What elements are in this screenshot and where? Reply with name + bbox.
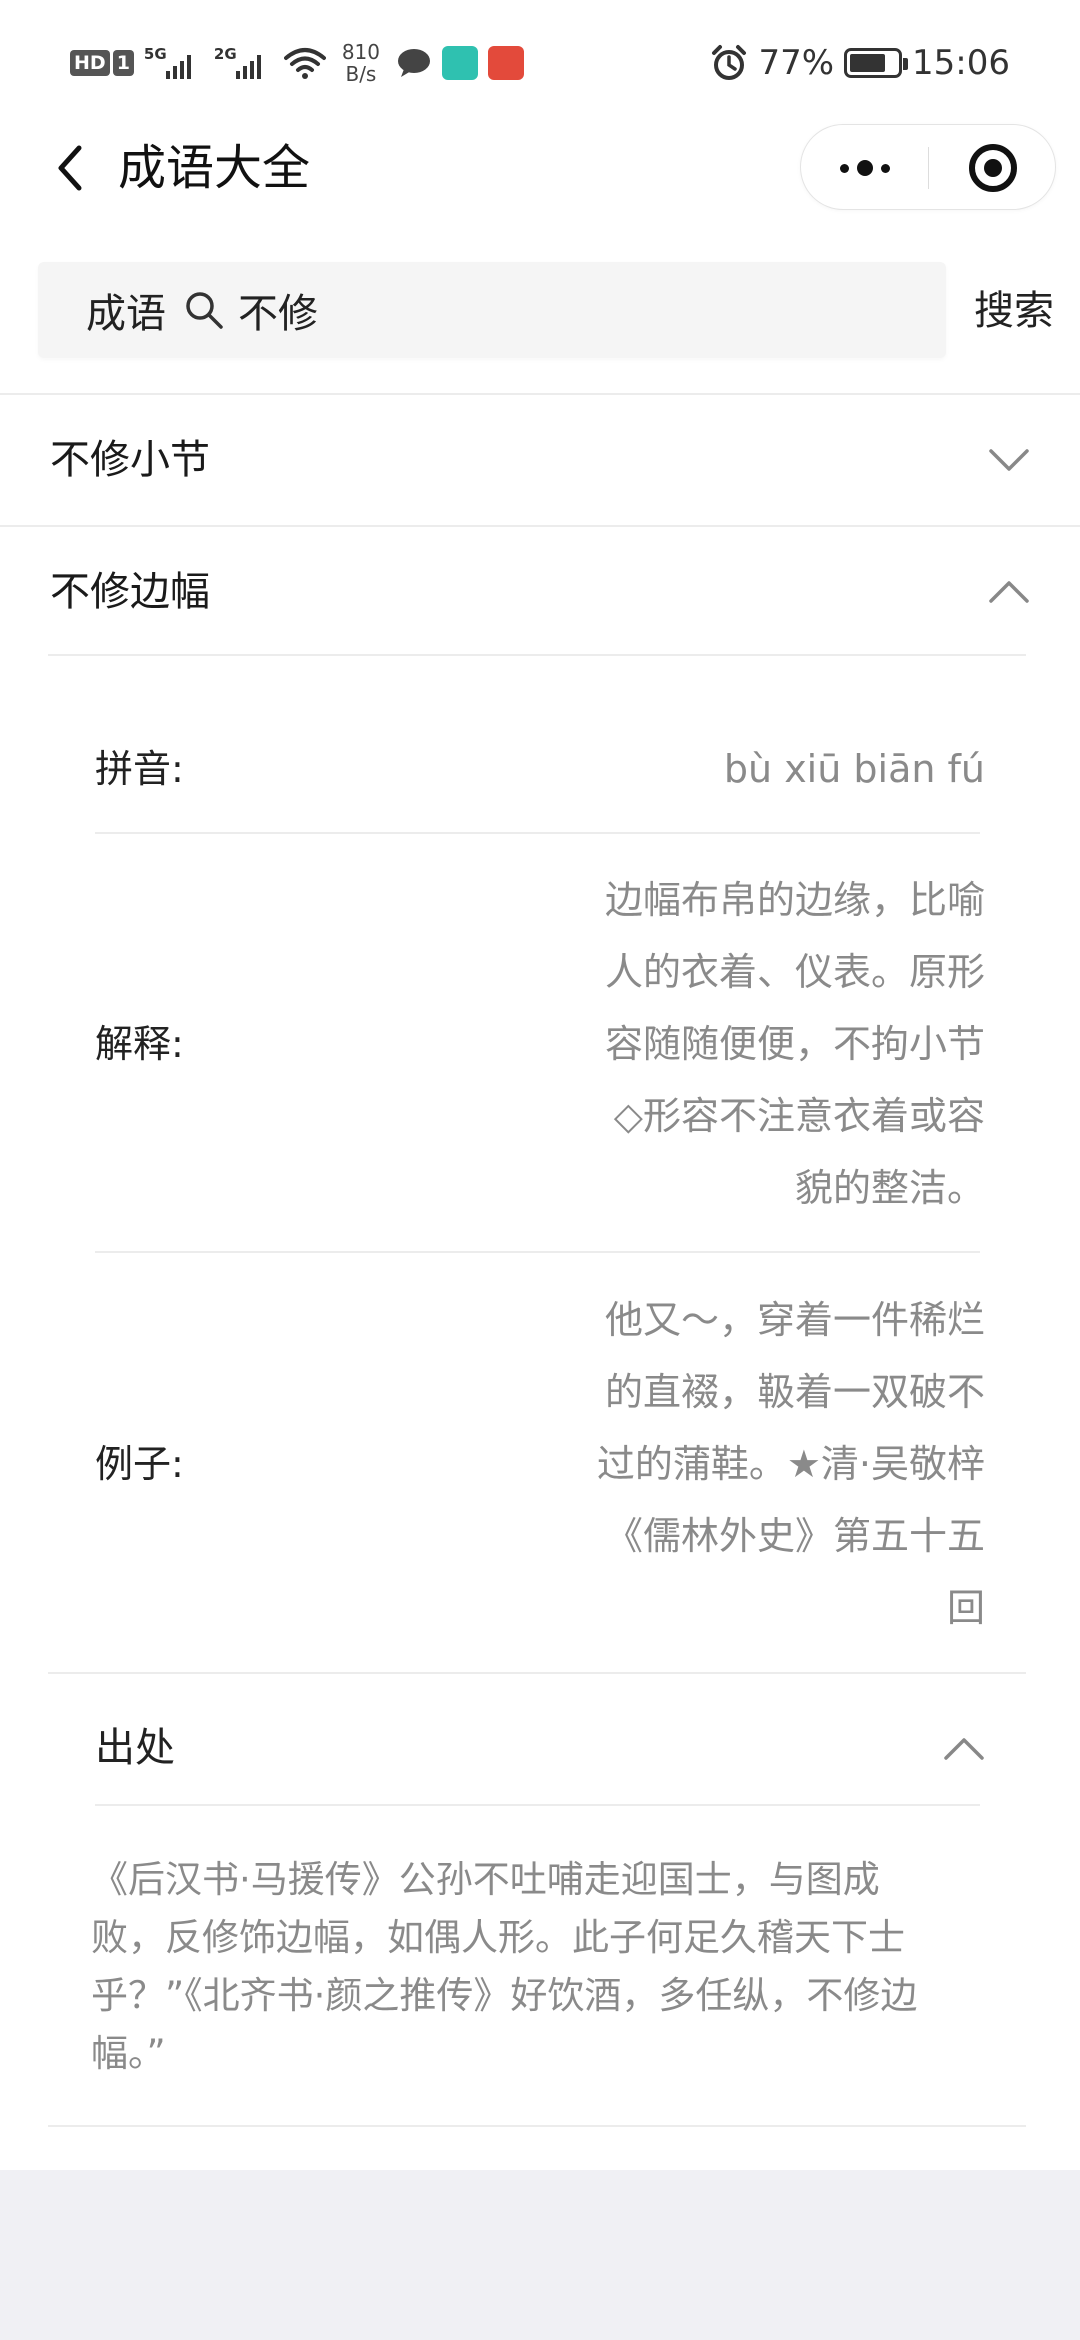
source-line: 《后汉书·马援传》公孙不吐哺走迎国士，与图成 [91,1858,880,1901]
result-item[interactable]: 不修边幅 [0,527,1080,657]
pinyin-row: 拼音: bù xiū biān fú [95,733,985,805]
search-button[interactable]: 搜索 [974,280,1054,342]
hd-label: HD [70,50,110,76]
chevron-up-icon [944,1738,984,1760]
close-mini-program-button[interactable] [929,125,1057,211]
example-label: 例子: [95,1442,184,1486]
divider [48,2125,1026,2127]
more-dot-icon [857,160,873,176]
divider [95,1251,980,1253]
target-close-icon [969,144,1017,192]
meaning-line: 貌的整洁。 [794,1166,985,1210]
status-bar-left: HD 1 5G 2G 810 B/s [70,36,524,90]
nav-bar: 成语大全 [0,120,1080,216]
result-title: 不修小节 [50,437,210,483]
hd-indicator: HD 1 [70,50,134,76]
pinyin-value: bù xiū biān fú [723,747,985,791]
search-input[interactable] [238,287,838,333]
result-item[interactable]: 不修小节 [0,395,1080,525]
speed-value: 810 [341,40,381,64]
result-title: 不修边幅 [50,569,210,615]
network-speed: 810 B/s [336,41,386,85]
meaning-line: 容随随便便，不拘小节 [604,1022,985,1066]
pinyin-label: 拼音: [95,747,184,791]
battery-icon [844,48,909,78]
search-category[interactable]: 成语 [86,281,166,339]
search-row: 成语 搜索 [0,258,1080,364]
more-dot-icon [840,163,849,173]
divider [95,832,980,834]
chevron-down-icon [989,449,1029,471]
boss-app-icon [441,46,478,80]
mini-program-capsule [800,124,1056,210]
divider [48,654,1026,656]
example-line: 他又～，穿着一件稀烂 [604,1298,985,1342]
wifi-icon [283,48,326,79]
source-text: 《后汉书·马援传》公孙不吐哺走迎国士，与图成 败，反修饰边幅，如偶人形。此子何足… [91,1851,991,2083]
page-title: 成语大全 [118,140,311,196]
signal-2g-icon: 2G [214,43,274,83]
search-box[interactable]: 成语 [38,262,946,358]
page-bottom-background [0,2170,1080,2340]
meaning-row: 解释: 边幅布帛的边缘，比喻 人的衣着、仪表。原形 容随随便便，不拘小节 ◇形容… [95,864,985,1224]
alarm-icon [712,45,747,80]
source-line: 败，反修饰边幅，如偶人形。此子何足久稽天下士 [91,1916,905,1959]
example-row: 例子: 他又～，穿着一件稀烂 的直裰，靸着一双破不 过的蒲鞋。★清·吴敬梓 《儒… [95,1284,985,1644]
example-line: 过的蒲鞋。★清·吴敬梓 [596,1442,985,1486]
example-line: 回 [946,1586,985,1630]
divider [95,1804,980,1806]
source-section-header[interactable]: 出处 [95,1700,985,1800]
meaning-value: 边幅布帛的边缘，比喻 人的衣着、仪表。原形 容随随便便，不拘小节 ◇形容不注意衣… [605,864,985,1224]
shopping-app-icon [487,46,524,80]
signal-5g-icon: 5G [144,43,204,83]
battery-fill [850,54,886,72]
meaning-line: 人的衣着、仪表。原形 [604,950,985,994]
example-value: 他又～，穿着一件稀烂 的直裰，靸着一双破不 过的蒲鞋。★清·吴敬梓 《儒林外史》… [597,1284,985,1644]
status-bar-right: 77% 15:06 [710,36,1010,90]
network-type-1: 5G [143,45,167,63]
source-label: 出处 [95,1725,175,1771]
network-type-2: 2G [213,45,237,63]
chevron-left-icon [58,145,82,191]
clock: 15:06 [912,43,1010,83]
example-line: 的直裰，靸着一双破不 [604,1370,985,1414]
battery-percent: 77% [758,43,835,83]
search-icon [186,292,223,329]
chat-notification-icon [397,49,430,77]
chevron-up-icon [989,581,1029,603]
meaning-line: ◇形容不注意衣着或容 [613,1094,985,1138]
divider [48,1672,1026,1674]
source-line: 幅。” [91,2032,166,2075]
more-dot-icon [881,163,890,173]
meaning-label: 解释: [95,1022,184,1066]
sim-label: 1 [112,50,134,76]
back-button[interactable] [40,138,100,198]
meaning-line: 边幅布帛的边缘，比喻 [604,878,985,922]
source-line: 乎？”《北齐书·颜之推传》好饮酒，多任纵，不修边 [91,1974,918,2017]
speed-unit: B/s [345,62,377,86]
status-bar: HD 1 5G 2G 810 B/s 77% 15:06 [0,0,1080,120]
more-button[interactable] [801,125,929,211]
example-line: 《儒林外史》第五十五 [604,1514,985,1558]
